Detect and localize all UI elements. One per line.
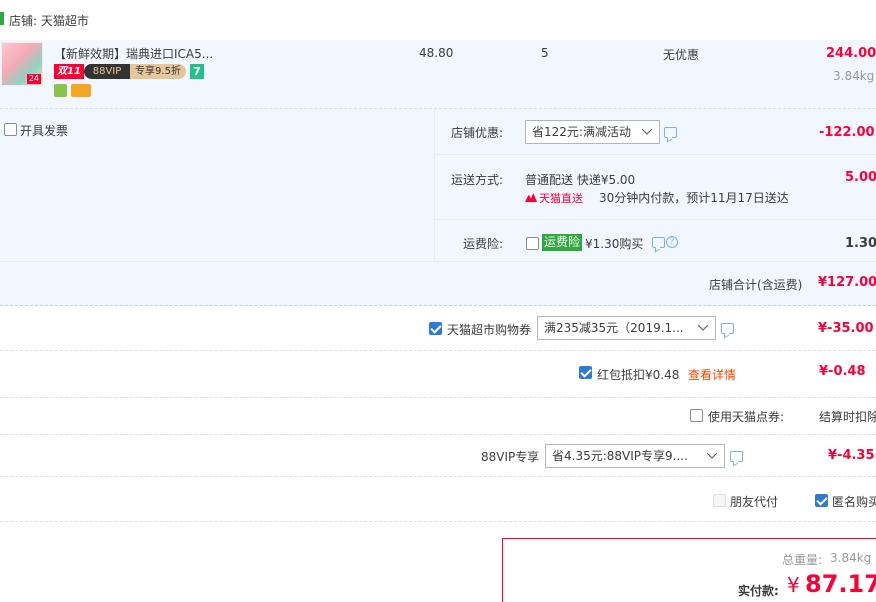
friend-pay-label[interactable]: 朋友代付	[730, 493, 778, 510]
chevron-down-icon	[706, 452, 718, 459]
shop-discount-select[interactable]: 省122元:满减活动	[525, 120, 660, 144]
total-weight-label: 总重量:	[782, 553, 823, 567]
shop-discount-amount: -122.00	[819, 125, 875, 140]
coupon-value: 满235减35元（2019.1...	[544, 321, 684, 335]
anonymous-checkbox[interactable]	[815, 494, 828, 507]
points-note: 结算时扣除	[819, 410, 876, 424]
friend-pay-checkbox[interactable]	[713, 494, 726, 507]
message-icon[interactable]	[652, 237, 665, 248]
pay-label: 实付款:	[738, 584, 779, 598]
message-icon[interactable]	[730, 451, 743, 462]
item-price: 48.80	[419, 46, 454, 60]
pay-amount: 87.17	[805, 570, 876, 598]
insurance-price: ¥1.30购买	[585, 237, 644, 251]
insurance-checkbox[interactable]	[526, 237, 539, 250]
item-discount: 无优惠	[663, 48, 700, 62]
redpacket-details-link[interactable]: 查看详情	[688, 366, 736, 383]
shipping-eta: 30分钟内付款，预计11月17日送达	[599, 191, 789, 205]
vip-amount: ¥-4.35	[828, 448, 875, 463]
service-icon-2	[71, 84, 91, 97]
insurance-label: 运费险:	[463, 237, 504, 251]
tmall-direct-label: 天猫直送	[539, 192, 583, 205]
divider	[434, 154, 876, 155]
redpacket-amount: ¥-0.48	[819, 364, 866, 379]
help-icon[interactable]: ?	[666, 236, 678, 248]
coupon-amount: ¥-35.00	[818, 321, 874, 336]
shop-discount-label: 店铺优惠:	[451, 126, 504, 140]
divider	[0, 434, 876, 435]
shipping-label: 运送方式:	[451, 173, 504, 187]
item-quantity: 5	[541, 46, 549, 60]
redpacket-checkbox[interactable]	[579, 366, 592, 379]
divider	[0, 521, 876, 522]
chevron-down-icon	[641, 128, 653, 135]
service-icon-1	[54, 84, 67, 97]
shop-total-label: 店铺合计(含运费)	[709, 278, 803, 292]
shop-label[interactable]: 店铺: 天猫超市	[9, 12, 89, 29]
item-title[interactable]: 【新鲜效期】瑞典进口ICA5...	[54, 45, 213, 62]
message-icon[interactable]	[721, 323, 734, 334]
shop-icon	[0, 12, 4, 25]
points-label[interactable]: 使用天猫点券:	[708, 408, 784, 425]
chevron-down-icon	[697, 324, 709, 331]
shop-header: 店铺: 天猫超市	[0, 0, 876, 40]
anonymous-label[interactable]: 匿名购买	[832, 493, 876, 510]
vip-value: 省4.35元:88VIP专享9....	[552, 449, 688, 463]
redpacket-label[interactable]: 红包抵扣¥0.48	[597, 366, 679, 383]
coupon-checkbox[interactable]	[429, 322, 442, 335]
item-weight: 3.84kg	[833, 69, 875, 83]
discount-badge: 专享9.5折	[130, 64, 186, 79]
item-subtotal: 244.00	[826, 46, 876, 61]
shipping-method[interactable]: 普通配送 快递¥5.00	[525, 171, 635, 188]
message-icon[interactable]	[664, 127, 677, 138]
divider	[434, 219, 876, 220]
coupon-label[interactable]: 天猫超市购物券	[447, 321, 531, 338]
double11-badge: 双11	[54, 64, 84, 79]
shop-discount-value: 省122元:满减活动	[532, 125, 631, 139]
vip-select[interactable]: 省4.35元:88VIP专享9....	[545, 444, 725, 468]
shop-total-amount: ¥127.00	[818, 275, 876, 290]
shipping-amount: 5.00	[845, 170, 876, 185]
divider	[0, 397, 876, 398]
points-checkbox[interactable]	[690, 409, 703, 422]
vip-label: 88VIP专享	[481, 450, 540, 464]
divider	[0, 350, 876, 351]
seven-day-return-icon: 7	[190, 64, 204, 79]
invoice-label[interactable]: 开具发票	[20, 122, 68, 139]
insurance-amount: 1.30	[845, 236, 876, 251]
thumb-tag: 24	[26, 74, 41, 84]
coupon-select[interactable]: 满235减35元（2019.1...	[537, 316, 716, 340]
pay-currency: ¥	[787, 573, 800, 597]
vip-badge: 88VIP	[84, 64, 130, 79]
invoice-checkbox[interactable]	[4, 123, 17, 136]
item-thumbnail[interactable]: 24	[1, 42, 43, 86]
divider	[0, 261, 876, 262]
total-weight: 3.84kg	[830, 551, 872, 565]
divider	[0, 476, 876, 477]
insurance-tag: 运费险	[542, 234, 583, 251]
